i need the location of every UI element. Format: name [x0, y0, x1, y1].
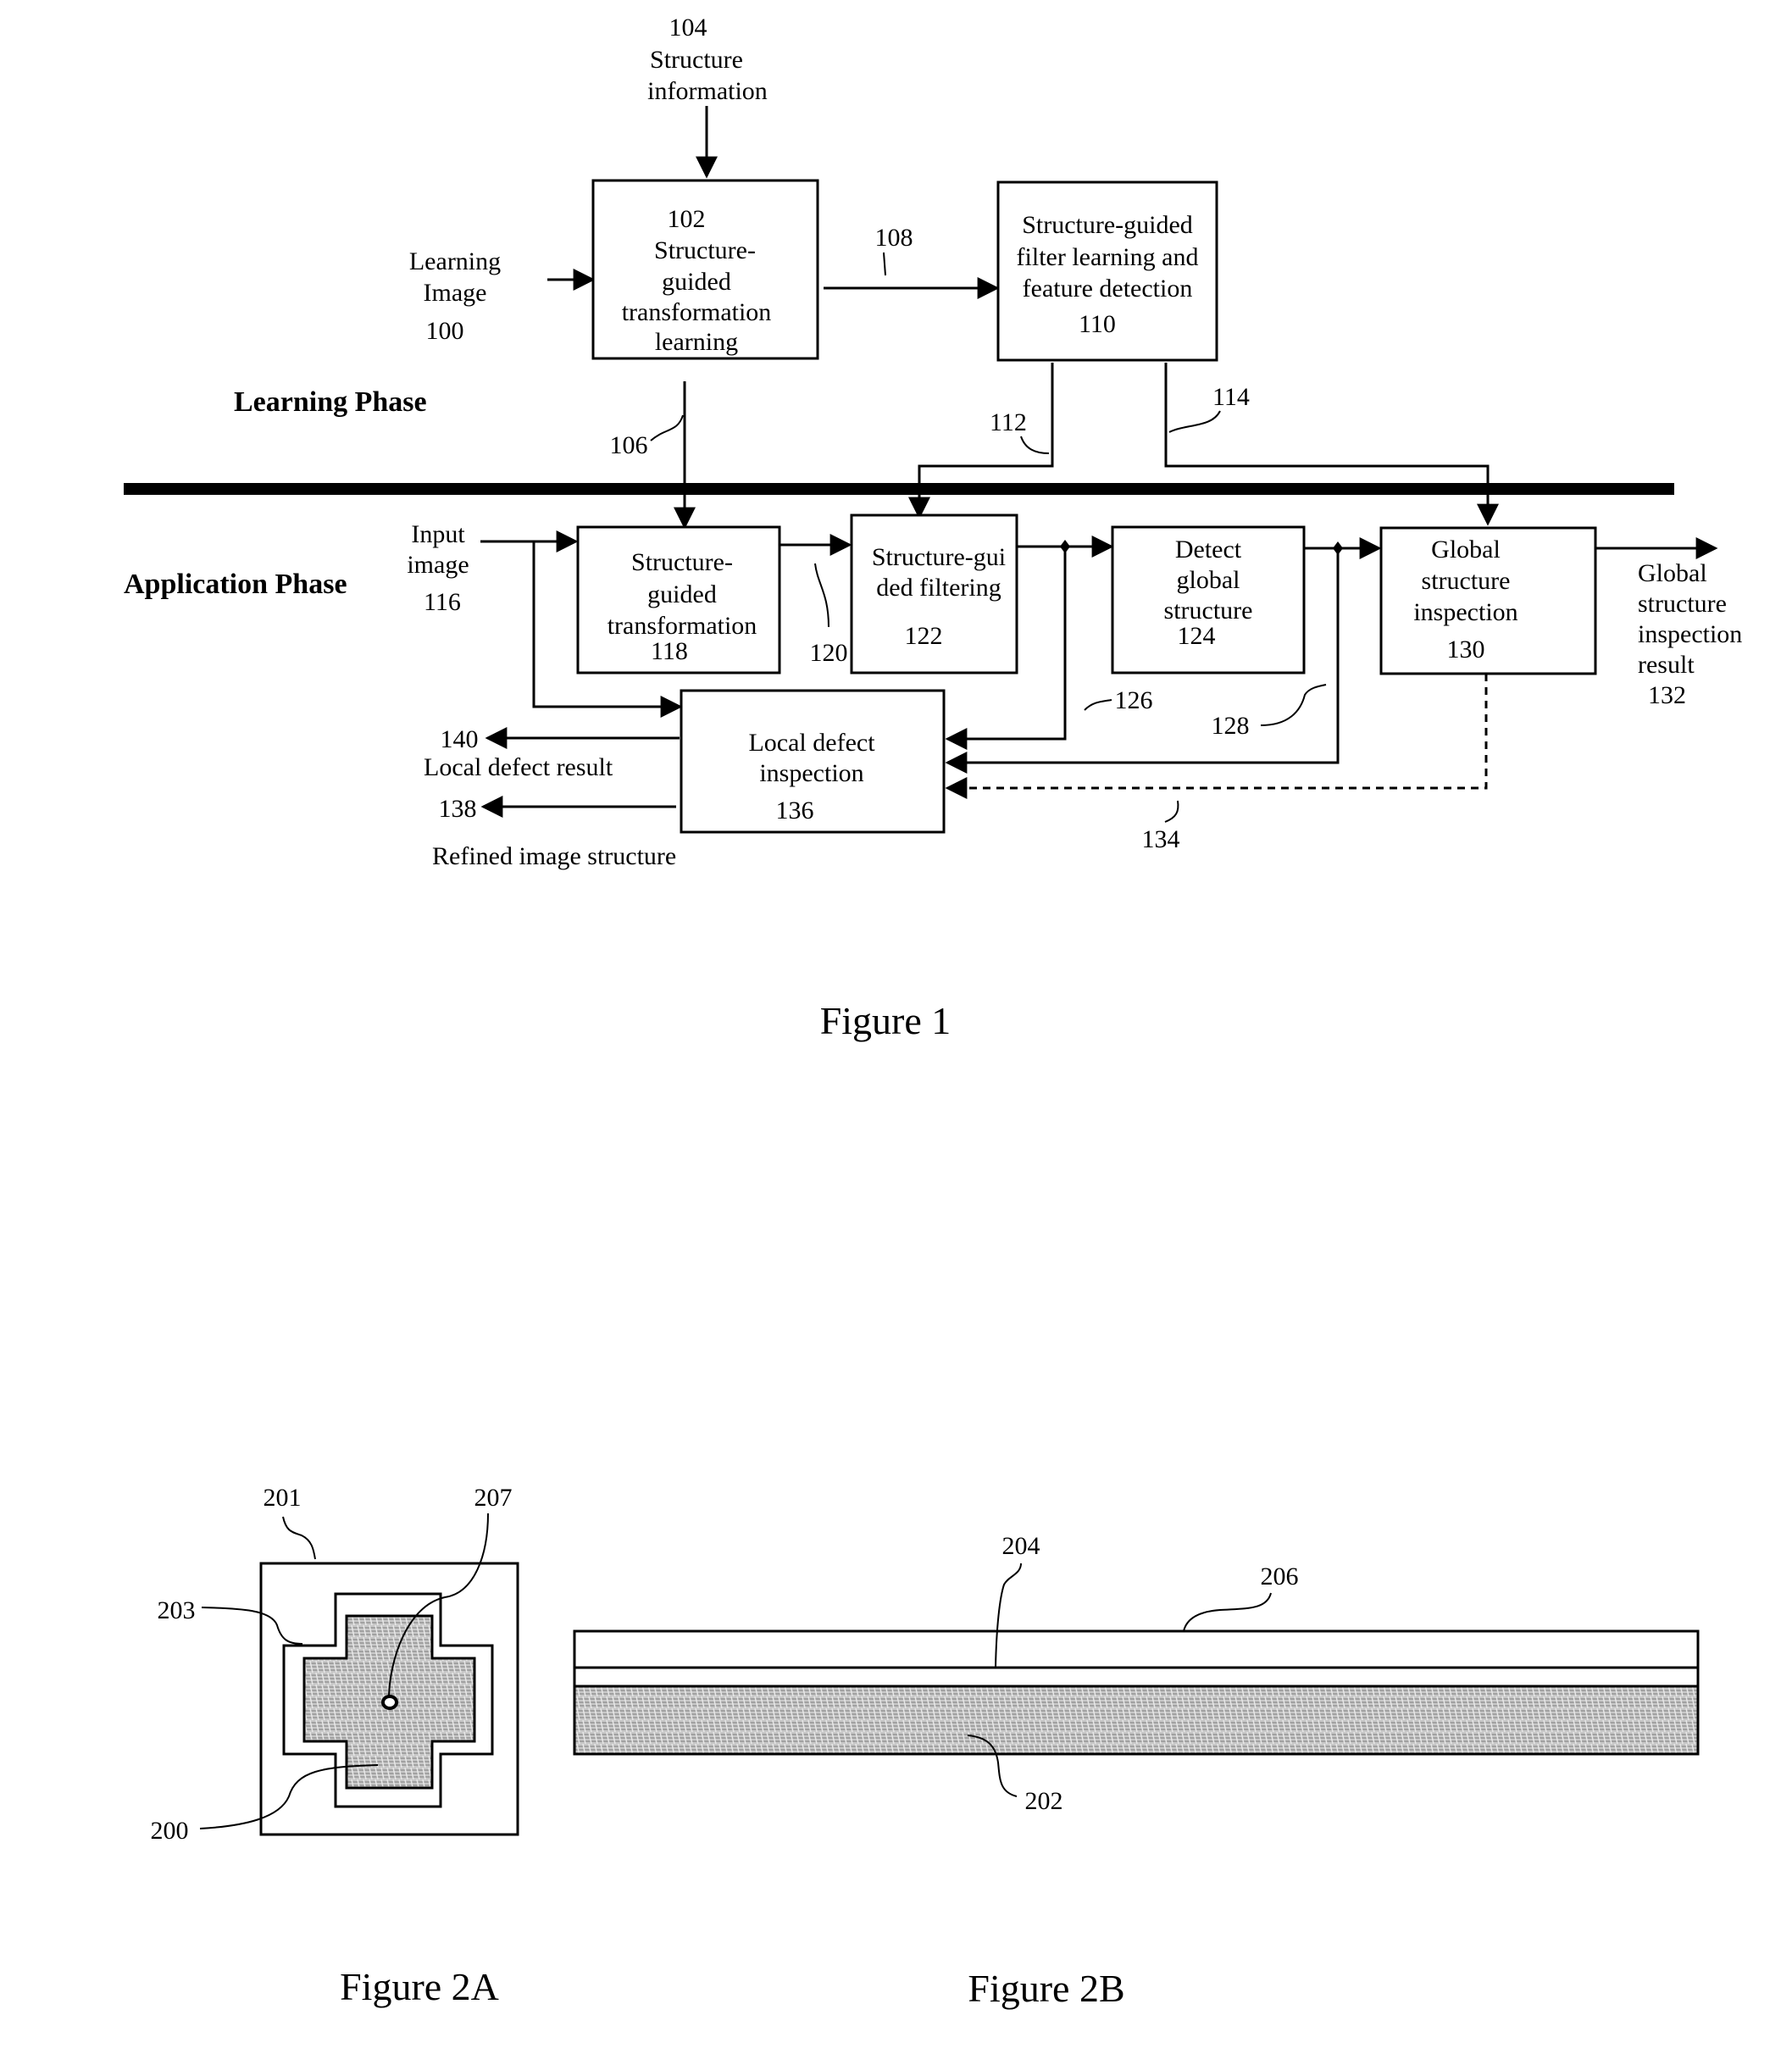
block-122-line2: ded filtering: [876, 574, 1001, 602]
leader-108: [883, 252, 886, 276]
block-122-ref: 122: [905, 622, 943, 650]
ref-202: 202: [1025, 1787, 1063, 1815]
ref-204: 204: [1002, 1532, 1040, 1560]
ref-112: 112: [990, 408, 1027, 436]
ref-206: 206: [1261, 1563, 1299, 1590]
interface-layer-204: [573, 1666, 1700, 1688]
leader-120: [814, 563, 829, 628]
block-130-line2: structure: [1422, 567, 1511, 595]
ref-207: 207: [474, 1484, 513, 1512]
block-136-line2: inspection: [759, 759, 863, 787]
ref-106: 106: [610, 431, 648, 459]
figure-2b: 204 206 202 Figure 2B: [573, 1532, 1700, 2010]
block-124-ref: 124: [1178, 622, 1216, 650]
block-130-line1: Global: [1431, 536, 1501, 563]
ref-201: 201: [264, 1484, 302, 1512]
block-110-line1: Structure-guided: [1022, 211, 1193, 239]
input-image-label-line1: Input: [411, 520, 465, 548]
ref-140: 140: [441, 725, 479, 753]
ref-128: 128: [1212, 712, 1250, 740]
block-118-line3: transformation: [608, 612, 757, 640]
figure-2a: 201 207 203 200 Figure 2A: [151, 1484, 519, 2008]
leader-134: [1164, 800, 1179, 823]
refined-structure-label: Refined image structure: [432, 842, 676, 870]
leader-201: [282, 1516, 316, 1560]
block-102-line3: transformation: [622, 298, 772, 326]
leader-106: [650, 414, 684, 441]
leader-114: [1168, 410, 1221, 433]
global-result-line2: structure: [1638, 590, 1727, 618]
learning-image-label-line2: Image: [424, 279, 487, 307]
block-102-line1: Structure-: [654, 236, 756, 264]
structure-info-label-line1: Structure: [650, 46, 743, 74]
block-124-line1: Detect: [1175, 536, 1242, 563]
block-124-line3: structure: [1164, 597, 1253, 624]
block-102-ref: 102: [668, 205, 706, 233]
ref-104: 104: [669, 14, 707, 42]
global-result-line4: result: [1638, 651, 1695, 679]
ref-116: 116: [424, 588, 461, 616]
ref-200: 200: [151, 1817, 189, 1845]
ref-100: 100: [426, 317, 464, 345]
ref-114: 114: [1212, 383, 1250, 411]
defect-207: [381, 1695, 398, 1710]
ref-108: 108: [875, 224, 913, 252]
learning-image-label-line1: Learning: [409, 247, 501, 275]
block-122-line1: Structure-gui: [872, 543, 1006, 571]
leader-128: [1260, 684, 1327, 726]
figure-1-caption: Figure 1: [820, 999, 951, 1042]
leader-206: [1183, 1592, 1272, 1632]
block-124-line2: global: [1177, 566, 1240, 594]
figure-2b-caption: Figure 2B: [968, 1967, 1124, 2010]
input-image-label-line2: image: [407, 551, 469, 579]
leader-112: [1020, 436, 1050, 454]
ref-126: 126: [1115, 686, 1153, 714]
structure-info-label-line2: information: [647, 77, 768, 105]
block-118-line2: guided: [647, 580, 717, 608]
block-118-ref: 118: [651, 637, 688, 665]
learning-phase-label: Learning Phase: [234, 386, 427, 418]
phase-divider: [124, 483, 1674, 495]
global-result-line1: Global: [1638, 559, 1707, 587]
global-result-line3: inspection: [1638, 620, 1742, 648]
ref-138: 138: [439, 795, 477, 823]
block-130-ref: 130: [1447, 636, 1485, 663]
substrate-layer-202: [573, 1685, 1700, 1756]
block-102-line2: guided: [662, 268, 731, 296]
block-118-line1: Structure-: [631, 548, 733, 576]
block-130-line3: inspection: [1413, 598, 1517, 626]
block-110-line2: filter learning and: [1017, 243, 1199, 271]
patent-drawing-sheet: 104 Structure information Learning Image…: [124, 14, 1742, 2010]
ref-203: 203: [158, 1596, 196, 1624]
application-phase-label: Application Phase: [124, 569, 347, 600]
figure-1: 104 Structure information Learning Image…: [124, 14, 1742, 1042]
ref-132: 132: [1648, 681, 1686, 709]
leader-126: [1084, 699, 1112, 711]
block-110-ref: 110: [1079, 310, 1116, 338]
local-defect-result-label: Local defect result: [424, 753, 613, 781]
figure-2a-caption: Figure 2A: [340, 1965, 499, 2008]
block-136-line1: Local defect: [748, 729, 875, 757]
top-layer-206: [573, 1629, 1700, 1669]
ref-120: 120: [810, 639, 848, 667]
ref-134: 134: [1142, 825, 1180, 853]
block-136-ref: 136: [776, 797, 814, 824]
block-102-line4: learning: [655, 328, 738, 356]
block-110-line3: feature detection: [1023, 275, 1193, 303]
